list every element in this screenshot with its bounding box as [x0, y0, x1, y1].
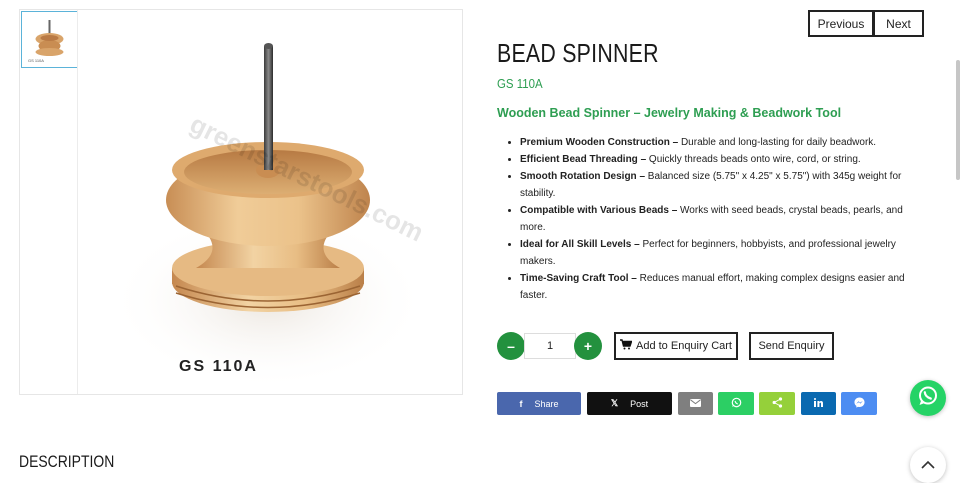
- image-product-code: GS 110A: [179, 358, 258, 375]
- page-scrollbar[interactable]: [956, 60, 960, 180]
- feature-text: Quickly threads beads onto wire, cord, o…: [646, 154, 861, 165]
- whatsapp-icon: [917, 385, 939, 412]
- x-icon: 𝕏: [610, 398, 619, 408]
- thumbnail-code: GS 110A: [28, 58, 44, 63]
- feature-item: Ideal for All Skill Levels – Perfect for…: [520, 236, 909, 270]
- facebook-icon: f: [519, 398, 523, 409]
- quantity-increase-button[interactable]: +: [574, 332, 602, 360]
- product-thumbnail[interactable]: GS 110A: [21, 11, 78, 68]
- feature-item: Efficient Bead Threading – Quickly threa…: [520, 151, 909, 168]
- x-post-button[interactable]: 𝕏 Post: [587, 392, 672, 415]
- feature-heading: Ideal for All Skill Levels –: [520, 239, 640, 250]
- back-to-top-button[interactable]: [910, 447, 946, 483]
- feature-heading: Premium Wooden Construction –: [520, 137, 679, 148]
- feature-text: Durable and long-lasting for daily beadw…: [678, 137, 877, 148]
- main-product-image[interactable]: greenstarstools.com GS 110A: [78, 10, 463, 394]
- next-button[interactable]: Next: [874, 10, 924, 37]
- bead-spinner-image: greenstarstools.com: [108, 43, 428, 390]
- feature-heading: Compatible with Various Beads –: [520, 205, 678, 216]
- whatsapp-icon: [731, 397, 742, 410]
- messenger-icon: [853, 397, 865, 410]
- product-sku: GS 110A: [497, 76, 543, 91]
- feature-list: Premium Wooden Construction – Durable an…: [497, 134, 909, 304]
- add-to-cart-label: Add to Enquiry Cart: [636, 340, 732, 352]
- email-share-button[interactable]: [678, 392, 713, 415]
- previous-button[interactable]: Previous: [808, 10, 874, 37]
- chevron-up-icon: [921, 456, 935, 474]
- whatsapp-chat-button[interactable]: [910, 380, 946, 416]
- feature-item: Compatible with Various Beads – Works wi…: [520, 202, 909, 236]
- feature-heading: Efficient Bead Threading –: [520, 154, 647, 165]
- linkedin-icon: [814, 398, 823, 409]
- facebook-share-label: Share: [534, 398, 559, 409]
- feature-heading: Time-Saving Craft Tool –: [520, 273, 637, 284]
- facebook-share-button[interactable]: f Share: [497, 392, 581, 415]
- x-post-label: Post: [630, 398, 649, 409]
- linkedin-share-button[interactable]: [801, 392, 836, 415]
- send-enquiry-button[interactable]: Send Enquiry: [749, 332, 834, 360]
- product-gallery: GS 110A greenstarstools.com GS 110A: [19, 9, 463, 395]
- feature-item: Smooth Rotation Design – Balanced size (…: [520, 168, 909, 202]
- email-icon: [690, 398, 701, 409]
- feature-item: Time-Saving Craft Tool – Reduces manual …: [520, 270, 909, 304]
- quantity-input[interactable]: [524, 333, 576, 359]
- cart-icon: [620, 339, 633, 353]
- messenger-share-button[interactable]: [841, 392, 877, 415]
- feature-heading: Smooth Rotation Design –: [520, 171, 645, 182]
- description-heading: DESCRIPTION: [19, 452, 115, 471]
- generic-share-button[interactable]: [759, 392, 795, 415]
- feature-item: Premium Wooden Construction – Durable an…: [520, 134, 909, 151]
- add-to-enquiry-cart-button[interactable]: Add to Enquiry Cart: [614, 332, 738, 360]
- quantity-decrease-button[interactable]: –: [497, 332, 525, 360]
- share-icon: [772, 397, 783, 410]
- product-title: BEAD SPINNER: [497, 38, 659, 68]
- product-subtitle: Wooden Bead Spinner – Jewelry Making & B…: [497, 106, 842, 120]
- whatsapp-share-button[interactable]: [718, 392, 754, 415]
